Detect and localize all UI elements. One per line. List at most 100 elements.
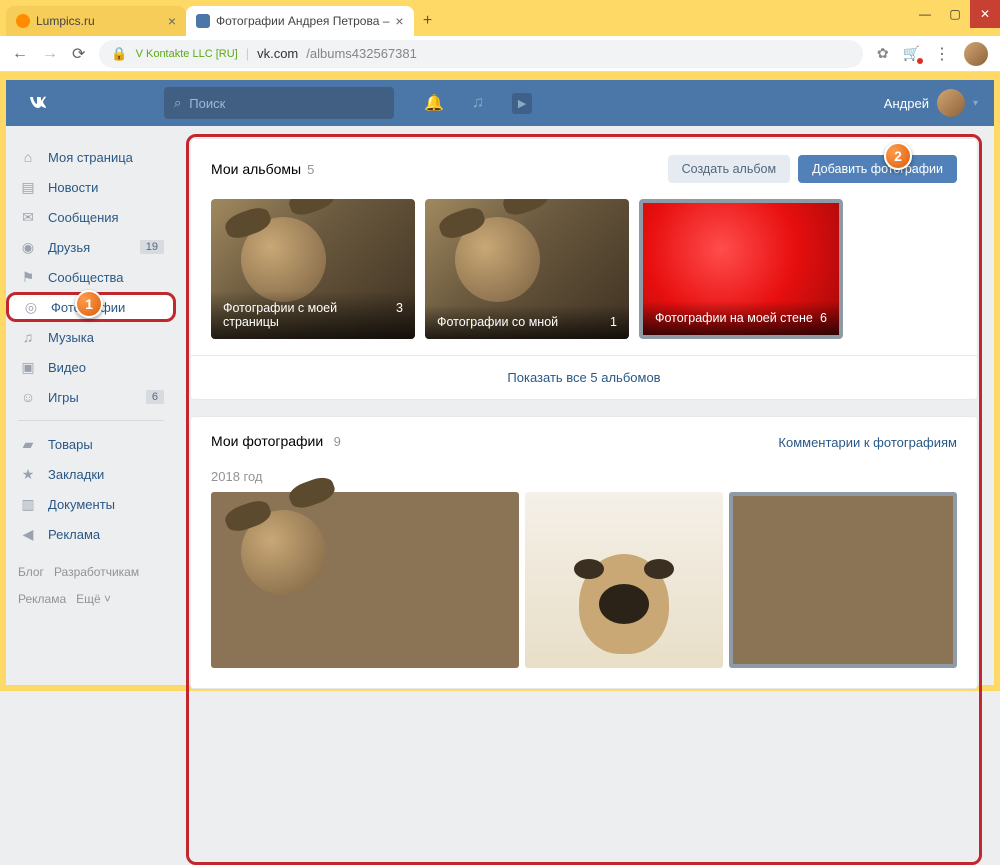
market-icon: ▰ xyxy=(18,434,38,454)
sidebar-item-groups[interactable]: ⚑ Сообщества xyxy=(6,262,176,292)
vk-logo[interactable] xyxy=(22,87,54,119)
comments-link[interactable]: Комментарии к фотографиям xyxy=(778,435,957,450)
lock-icon: 🔒 xyxy=(111,46,127,62)
photo-thumb[interactable] xyxy=(211,492,519,668)
separator xyxy=(18,420,164,421)
albums-title: Мои альбомы xyxy=(211,161,301,177)
albums-count: 5 xyxy=(307,162,314,177)
create-album-button[interactable]: Создать альбом xyxy=(668,155,790,183)
search-placeholder: Поиск xyxy=(189,96,225,111)
tab-title: Фотографии Андрея Петрова – xyxy=(216,14,389,28)
profile-avatar[interactable] xyxy=(964,42,988,66)
groups-icon: ⚑ xyxy=(18,267,38,287)
footer-link[interactable]: Реклама xyxy=(18,588,66,611)
sidebar-label: Видео xyxy=(48,360,86,375)
docs-icon: ▥ xyxy=(18,494,38,514)
albums-card: Мои альбомы 5 Создать альбом Добавить фо… xyxy=(190,138,978,400)
photo-thumb[interactable] xyxy=(525,492,723,668)
sidebar-item-docs[interactable]: ▥ Документы xyxy=(6,489,176,519)
sidebar-badge: 6 xyxy=(146,390,164,404)
album-count: 1 xyxy=(610,315,617,329)
photo-thumb[interactable] xyxy=(729,492,957,668)
friends-icon: ◉ xyxy=(18,237,38,257)
sidebar-label: Новости xyxy=(48,180,98,195)
extension-icon[interactable]: 🛒 xyxy=(903,45,920,62)
forward-icon: → xyxy=(42,45,58,63)
album-item[interactable]: Фотографии с моей страницы3 xyxy=(211,199,415,339)
chevron-down-icon: ▾ xyxy=(973,98,978,109)
sidebar-item-games[interactable]: ☺ Игры 6 xyxy=(6,382,176,412)
sidebar-badge: 19 xyxy=(140,240,164,254)
callout-marker-1: 1 xyxy=(75,290,103,318)
close-tab-icon[interactable]: × xyxy=(168,13,176,29)
album-count: 6 xyxy=(820,311,827,325)
sidebar-item-friends[interactable]: ◉ Друзья 19 xyxy=(6,232,176,262)
sidebar-item-bookmarks[interactable]: ★Закладки xyxy=(6,459,176,489)
sidebar-item-ads[interactable]: ◀ Реклама xyxy=(6,519,176,549)
sidebar-label: Моя страница xyxy=(48,150,133,165)
sidebar-label: Игры xyxy=(48,390,79,405)
main-content: Мои альбомы 5 Создать альбом Добавить фо… xyxy=(190,138,978,705)
window-minimize[interactable]: — xyxy=(910,0,940,28)
news-icon: ▤ xyxy=(18,177,38,197)
home-icon: ⌂ xyxy=(18,147,38,167)
sidebar-item-mypage[interactable]: ⌂ Моя страница xyxy=(6,142,176,172)
sidebar-label: Товары xyxy=(48,437,93,452)
favicon-lumpics xyxy=(16,14,30,28)
album-name: Фотографии с моей страницы xyxy=(223,301,396,329)
menu-icon[interactable]: ⋮ xyxy=(934,44,950,64)
user-avatar xyxy=(937,89,965,117)
search-icon: ⌕ xyxy=(174,95,181,111)
sidebar-label: Реклама xyxy=(48,527,100,542)
footer-link[interactable]: Разработчикам xyxy=(54,561,139,584)
tab-strip: Lumpics.ru × Фотографии Андрея Петрова –… xyxy=(0,0,1000,36)
sidebar-item-music[interactable]: ♫ Музыка xyxy=(6,322,176,352)
sidebar-item-market[interactable]: ▰ Товары xyxy=(6,429,176,459)
user-menu[interactable]: Андрей ▾ xyxy=(884,89,978,117)
tab-vk[interactable]: Фотографии Андрея Петрова – × xyxy=(186,6,414,36)
add-photos-button[interactable]: Добавить фотографии xyxy=(798,155,957,183)
album-item[interactable]: Фотографии на моей стене 6 xyxy=(639,199,843,339)
search-input[interactable]: ⌕ Поиск xyxy=(164,87,394,119)
footer-link[interactable]: Блог xyxy=(18,561,44,584)
album-item[interactable]: Фотографии со мной1 xyxy=(425,199,629,339)
url-path: /albums432567381 xyxy=(306,46,417,61)
extension-icon[interactable]: ✿ xyxy=(877,45,889,62)
ads-icon: ◀ xyxy=(18,524,38,544)
sidebar-item-news[interactable]: ▤ Новости xyxy=(6,172,176,202)
play-icon[interactable]: ▶ xyxy=(512,93,532,114)
album-count: 3 xyxy=(396,301,403,329)
sidebar-footer: Блог Разработчикам Реклама Ещё ˅ xyxy=(6,549,176,623)
address-bar: ← → ⟳ 🔒 V Kontakte LLC [RU] | vk.com/alb… xyxy=(0,36,1000,72)
window-maximize[interactable]: ▢ xyxy=(940,0,970,28)
sidebar: ⌂ Моя страница ▤ Новости ✉Сообщения ◉ Друзь… xyxy=(6,138,176,705)
callout-marker-2: 2 xyxy=(884,142,912,170)
footer-link[interactable]: Ещё ˅ xyxy=(76,588,111,611)
sidebar-item-messages[interactable]: ✉Сообщения xyxy=(6,202,176,232)
ev-label: V Kontakte LLC [RU] xyxy=(136,48,238,60)
video-icon: ▣ xyxy=(18,357,38,377)
sidebar-label: Документы xyxy=(48,497,115,512)
camera-icon: ◎ xyxy=(21,297,41,317)
sidebar-label: Сообщества xyxy=(48,270,124,285)
sidebar-label: Музыка xyxy=(48,330,94,345)
tab-lumpics[interactable]: Lumpics.ru × xyxy=(6,6,186,36)
reload-icon[interactable]: ⟳ xyxy=(72,44,85,64)
notifications-icon[interactable]: 🔔 xyxy=(424,93,444,113)
sidebar-item-video[interactable]: ▣ Видео xyxy=(6,352,176,382)
messages-icon: ✉ xyxy=(18,207,38,227)
music-icon: ♫ xyxy=(18,327,38,347)
new-tab-button[interactable]: + xyxy=(414,6,442,36)
music-icon[interactable]: ♫ xyxy=(472,94,484,112)
close-tab-icon[interactable]: × xyxy=(395,13,403,29)
show-all-albums-link[interactable]: Показать все 5 альбомов xyxy=(191,355,977,399)
games-icon: ☺ xyxy=(18,387,38,407)
sidebar-label: Друзья xyxy=(48,240,90,255)
url-field[interactable]: 🔒 V Kontakte LLC [RU] | vk.com/albums432… xyxy=(99,40,862,68)
star-icon: ★ xyxy=(18,464,38,484)
year-label: 2018 год xyxy=(191,457,977,492)
window-close[interactable]: ✕ xyxy=(970,0,1000,28)
back-icon[interactable]: ← xyxy=(12,45,28,63)
photos-count: 9 xyxy=(334,434,341,449)
album-name: Фотографии на моей стене xyxy=(655,311,813,325)
